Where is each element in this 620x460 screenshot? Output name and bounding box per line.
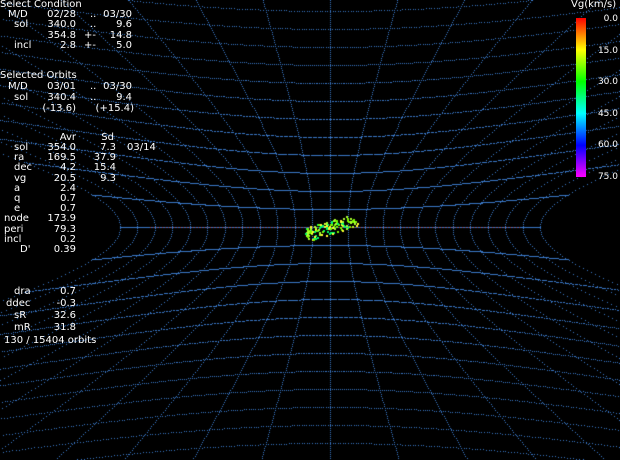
meteor-radiant-viewer: Select Condition M/D 02/28 .. 03/30 sol … bbox=[0, 0, 620, 460]
stats2-row-avr: -0.3 bbox=[56, 298, 76, 309]
sel-sol-from: 340.4 bbox=[47, 92, 76, 103]
stats2-row-label: mR bbox=[14, 322, 31, 333]
orbit-count: 130 / 15404 orbits bbox=[4, 335, 97, 346]
sel-md-to: 03/30 bbox=[103, 81, 132, 92]
sel-range-to: (+15.4) bbox=[95, 103, 134, 114]
cond-incl-pm: +- bbox=[84, 40, 96, 51]
stats-row-avr: 173.9 bbox=[47, 213, 76, 225]
legend-tick-label: 30.0 bbox=[597, 77, 618, 87]
legend-tick-label: 60.0 bbox=[597, 140, 618, 150]
stats2-row-avr: 31.8 bbox=[53, 322, 76, 333]
sel-sol-label: sol bbox=[14, 92, 29, 103]
legend-title: Vg(km/s) bbox=[571, 0, 617, 10]
stats-row-sd: 9.3 bbox=[100, 172, 116, 184]
velocity-color-scale bbox=[576, 18, 586, 177]
radiant-projection-plot[interactable] bbox=[0, 0, 620, 460]
stats-row-label: incl bbox=[4, 233, 22, 245]
sel-md-from: 03/01 bbox=[47, 81, 76, 92]
stats2-row-label: dra bbox=[14, 286, 31, 297]
cond-incl-width: 5.0 bbox=[116, 40, 132, 51]
selected-orbits-title: Selected Orbits bbox=[0, 70, 77, 81]
stats-row-label: D' bbox=[20, 244, 31, 255]
stats-row-extra: 03/14 bbox=[127, 142, 156, 153]
stats-row-label: dec bbox=[14, 162, 32, 174]
stats-row-avr: 4.2 bbox=[60, 162, 76, 174]
legend-tick-label: 0.0 bbox=[603, 14, 618, 24]
legend-tick-label: 75.0 bbox=[597, 171, 618, 182]
sel-sol-to: 9.4 bbox=[116, 92, 132, 103]
stats-row-label: node bbox=[4, 213, 29, 225]
stats-row-avr: 0.39 bbox=[53, 244, 76, 255]
cond-incl-center: 2.8 bbox=[60, 40, 76, 51]
sel-range-from: (-13.6) bbox=[42, 103, 76, 114]
sel-md-label: M/D bbox=[8, 81, 28, 92]
stats2-row-label: sR bbox=[14, 310, 27, 321]
legend-tick-label: 45.0 bbox=[597, 108, 618, 119]
stats-row-sd: 15.4 bbox=[93, 162, 116, 174]
stats2-row-avr: 0.7 bbox=[60, 286, 76, 297]
stats2-row-label: ddec bbox=[6, 298, 31, 309]
cond-sol-to: 9.6 bbox=[116, 19, 132, 30]
stats2-row-avr: 32.6 bbox=[53, 310, 76, 321]
cond-sol-label: sol bbox=[14, 19, 29, 30]
legend-tick-label: 15.0 bbox=[597, 45, 618, 56]
cond-incl-label: incl bbox=[14, 40, 32, 51]
cond-sol-from: 340.0 bbox=[47, 19, 76, 30]
